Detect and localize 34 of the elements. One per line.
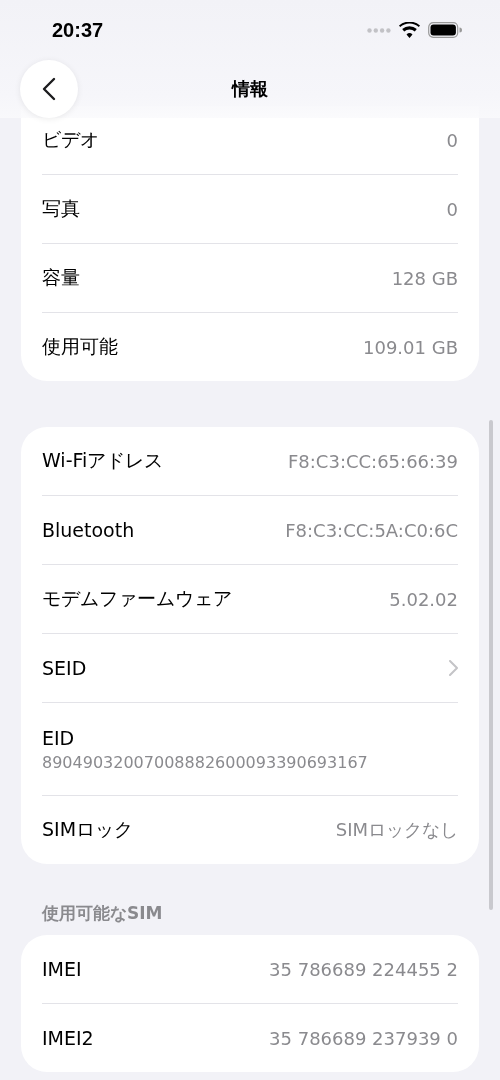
row-value: 109.01 GB [363,336,458,358]
row-value: F8:C3:CC:5A:C0:6C [285,519,458,541]
row-label: IMEI [42,958,82,980]
row-value: 128 GB [391,267,458,289]
battery-icon [428,22,462,38]
back-icon [42,77,56,101]
row-value: 0 [446,129,458,151]
row-label: SEID [42,657,87,679]
row-label: 使用可能 [42,334,118,359]
signal-icon [367,27,391,33]
row-label: 写真 [42,196,80,221]
row-value: 35 786689 224455 2 [269,958,458,980]
list-row[interactable]: SEID [42,634,458,703]
row-label: 容量 [42,265,80,290]
nav-title: 情報 [232,77,268,101]
row-value: F8:C3:CC:65:66:39 [288,450,458,472]
row-label: SIMロック [42,817,134,842]
row-value: 0 [446,198,458,220]
chevron-icon [449,660,458,676]
row-value: 5.02.02 [389,588,458,610]
wifi-icon [399,22,420,38]
row-label: IMEI2 [42,1027,94,1049]
row-value: SIMロックなし [335,818,458,842]
row-label: モデムファームウェア [42,586,232,611]
row-value: 35 786689 237939 0 [269,1027,458,1049]
row-label: ビデオ [42,127,99,152]
row-label: Wi-Fiアドレス [42,448,164,473]
row-value: 89049032007008882600093390693167 [42,752,368,772]
scrollbar[interactable] [489,420,493,910]
row-label: Bluetooth [42,519,135,541]
section-header: 使用可能なSIM [42,902,164,925]
status-time: 20:37 [52,18,104,42]
back-button[interactable] [20,60,78,118]
row-label: EID [42,726,75,749]
